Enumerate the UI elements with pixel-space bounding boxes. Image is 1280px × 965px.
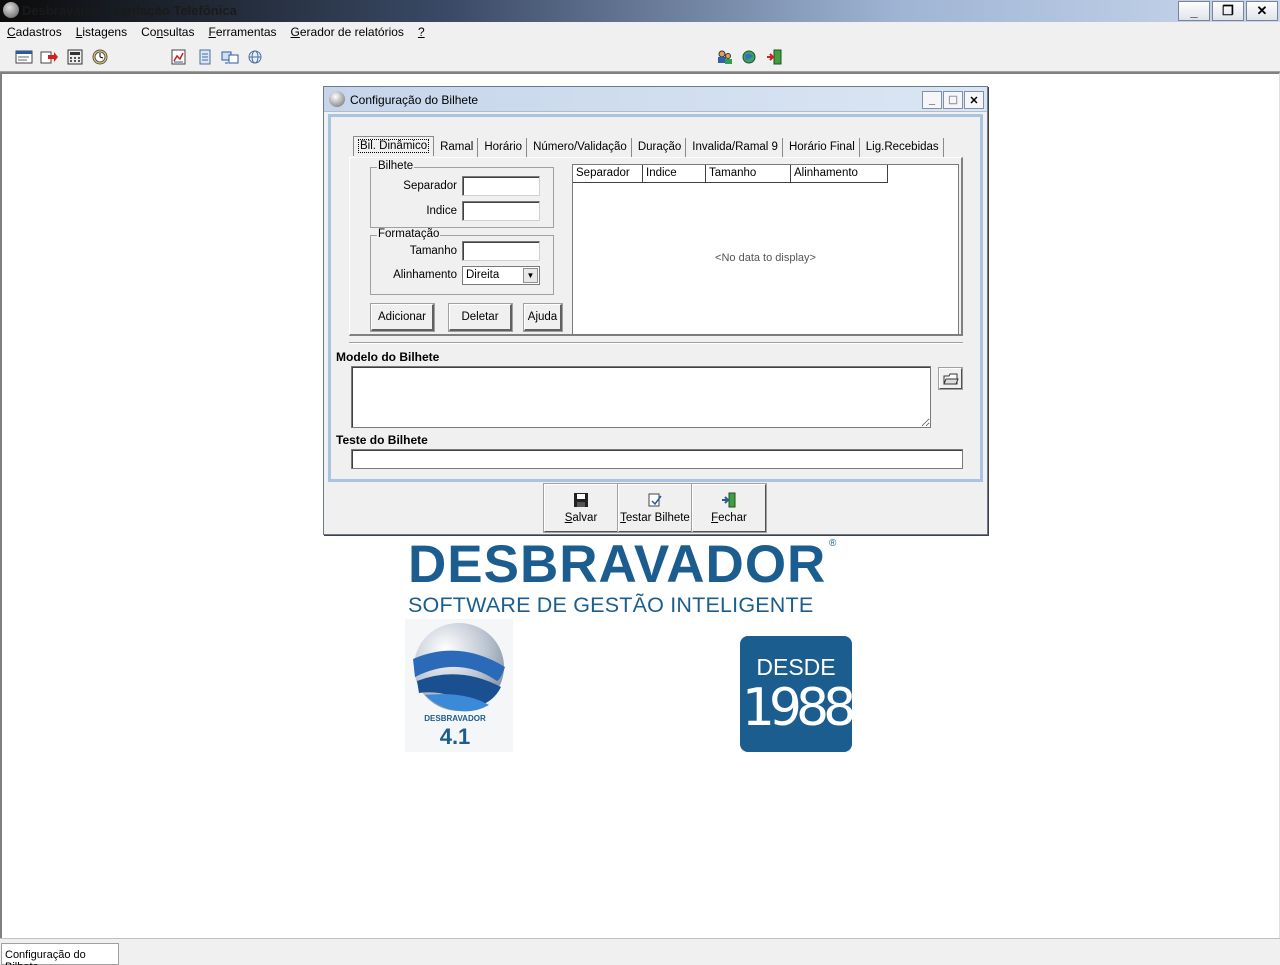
tab-horario[interactable]: Horário [480, 138, 528, 157]
brand-logo: DESBRAVADOR ® SOFTWARE DE GESTÃO INTELIG… [408, 535, 836, 617]
tab-numero-validacao[interactable]: Número/Validação [529, 138, 632, 157]
tab-ramal[interactable]: Ramal [436, 138, 479, 157]
menu-cadastros[interactable]: Cadastros [0, 22, 69, 44]
configuracao-bilhete-dialog: Configuração do Bilhete _ ☐ ✕ Bil. Dinâm… [323, 86, 988, 535]
transfer-icon[interactable] [221, 49, 239, 65]
tab-strip: Bil. Dinâmico Ramal Horário Número/Valid… [353, 136, 946, 157]
since-1988-badge: DESDE 1988 [740, 636, 856, 752]
dialog-minimize-button[interactable]: _ [922, 91, 942, 109]
modelo-textarea[interactable] [351, 366, 931, 428]
dialog-icon [329, 91, 345, 107]
tab-page-bil-dinamico: Bilhete Separador Indice Formatação Tama… [349, 157, 963, 336]
registered-mark: ® [828, 538, 837, 549]
since-word: DESDE [756, 654, 836, 680]
document-icon[interactable] [196, 49, 214, 65]
adicionar-button[interactable]: Adicionar [370, 303, 435, 332]
toolbar [0, 44, 1280, 72]
test-check-icon [648, 493, 662, 507]
calculator-icon[interactable] [66, 49, 84, 65]
users-icon[interactable] [715, 49, 733, 65]
menu-listagens[interactable]: Listagens [69, 22, 134, 44]
modelo-label: Modelo do Bilhete [336, 350, 440, 364]
brand-tagline: SOFTWARE DE GESTÃO INTELIGENTE [408, 593, 814, 617]
ajuda-button[interactable]: Ajuda [523, 303, 563, 332]
clock-icon[interactable] [91, 49, 109, 65]
arrow-icon[interactable] [40, 49, 58, 65]
menu-bar: Cadastros Listagens Consultas Ferramenta… [0, 22, 1280, 44]
bilhete-group: Bilhete Separador Indice [370, 160, 554, 228]
save-icon [574, 493, 588, 507]
tab-horario-final[interactable]: Horário Final [785, 138, 860, 157]
window-title: Desbravador - Tarifação Telefônica [22, 3, 237, 18]
alinhamento-label: Alinhamento [393, 269, 457, 281]
dialog-title: Configuração do Bilhete [350, 93, 479, 107]
app-icon [3, 2, 19, 18]
exit-icon[interactable] [765, 49, 783, 65]
status-panel: Configuração do Bilhete [1, 943, 119, 965]
salvar-button[interactable]: Salvar [543, 483, 619, 533]
tamanho-label: Tamanho [409, 245, 457, 257]
product-version: 4.1 [439, 724, 471, 749]
menu-gerador-relatorios[interactable]: Gerador de relatórios [284, 22, 411, 44]
dialog-maximize-button[interactable]: ☐ [943, 91, 963, 109]
indice-input[interactable] [462, 201, 540, 221]
exit-door-icon [722, 492, 736, 508]
formatacao-group: Formatação Tamanho Alinhamento Direita ▼ [370, 228, 554, 295]
window-title-bar: Desbravador - Tarifação Telefônica _ ❐ ✕ [0, 0, 1280, 22]
fechar-button[interactable]: Fechar [691, 483, 767, 533]
world-icon[interactable] [246, 49, 264, 65]
product-label: DESBRAVADOR [424, 714, 486, 723]
divider [349, 342, 963, 344]
alinhamento-select[interactable]: Direita ▼ [462, 266, 540, 285]
tab-duracao[interactable]: Duração [634, 138, 687, 157]
grid-empty-message: <No data to display> [715, 252, 816, 264]
brand-name: DESBRAVADOR [408, 535, 827, 594]
formatacao-group-legend: Formatação [377, 228, 441, 240]
restore-button[interactable]: ❐ [1212, 1, 1244, 21]
since-year: 1988 [741, 678, 856, 738]
menu-help[interactable]: ? [411, 22, 432, 44]
dialog-close-button[interactable]: ✕ [964, 91, 984, 109]
deletar-button[interactable]: Deletar [448, 303, 513, 332]
chevron-down-icon[interactable]: ▼ [523, 268, 538, 283]
minimize-button[interactable]: _ [1178, 1, 1210, 21]
open-folder-icon [942, 373, 959, 384]
bilhete-group-legend: Bilhete [377, 160, 415, 172]
status-bar: Configuração do Bilhete [0, 938, 1280, 965]
dialog-footer: Salvar Testar Bilhete Fechar [543, 483, 767, 533]
close-button[interactable]: ✕ [1246, 1, 1278, 21]
menu-consultas[interactable]: Consultas [134, 22, 201, 44]
teste-input[interactable] [351, 449, 963, 469]
fields-grid[interactable]: Separador Indice Tamanho Alinhamento <No… [572, 164, 959, 335]
grid-col-separador[interactable]: Separador [573, 165, 643, 183]
tab-invalida-ramal9[interactable]: Invalida/Ramal 9 [688, 138, 783, 157]
grid-header: Separador Indice Tamanho Alinhamento [573, 165, 888, 183]
tamanho-input[interactable] [462, 241, 540, 261]
separador-input[interactable] [462, 176, 540, 196]
tab-lig-recebidas[interactable]: Lig.Recebidas [862, 138, 944, 157]
separador-label: Separador [403, 180, 457, 192]
grid-col-alinhamento[interactable]: Alinhamento [791, 165, 888, 183]
open-file-button[interactable] [938, 367, 963, 390]
menu-ferramentas[interactable]: Ferramentas [201, 22, 283, 44]
form-icon[interactable] [15, 49, 33, 65]
dialog-title-bar[interactable]: Configuração do Bilhete _ ☐ ✕ [324, 87, 987, 112]
dialog-body: Bil. Dinâmico Ramal Horário Número/Valid… [328, 114, 983, 482]
report-icon[interactable] [170, 49, 188, 65]
testar-bilhete-button[interactable]: Testar Bilhete [617, 483, 693, 533]
grid-col-indice[interactable]: Indice [643, 165, 706, 183]
indice-label: Indice [426, 205, 457, 217]
alinhamento-value: Direita [466, 269, 500, 281]
teste-label: Teste do Bilhete [336, 433, 428, 447]
network-icon[interactable] [740, 49, 758, 65]
grid-col-tamanho[interactable]: Tamanho [706, 165, 791, 183]
tab-bil-dinamico[interactable]: Bil. Dinâmico [353, 136, 435, 156]
